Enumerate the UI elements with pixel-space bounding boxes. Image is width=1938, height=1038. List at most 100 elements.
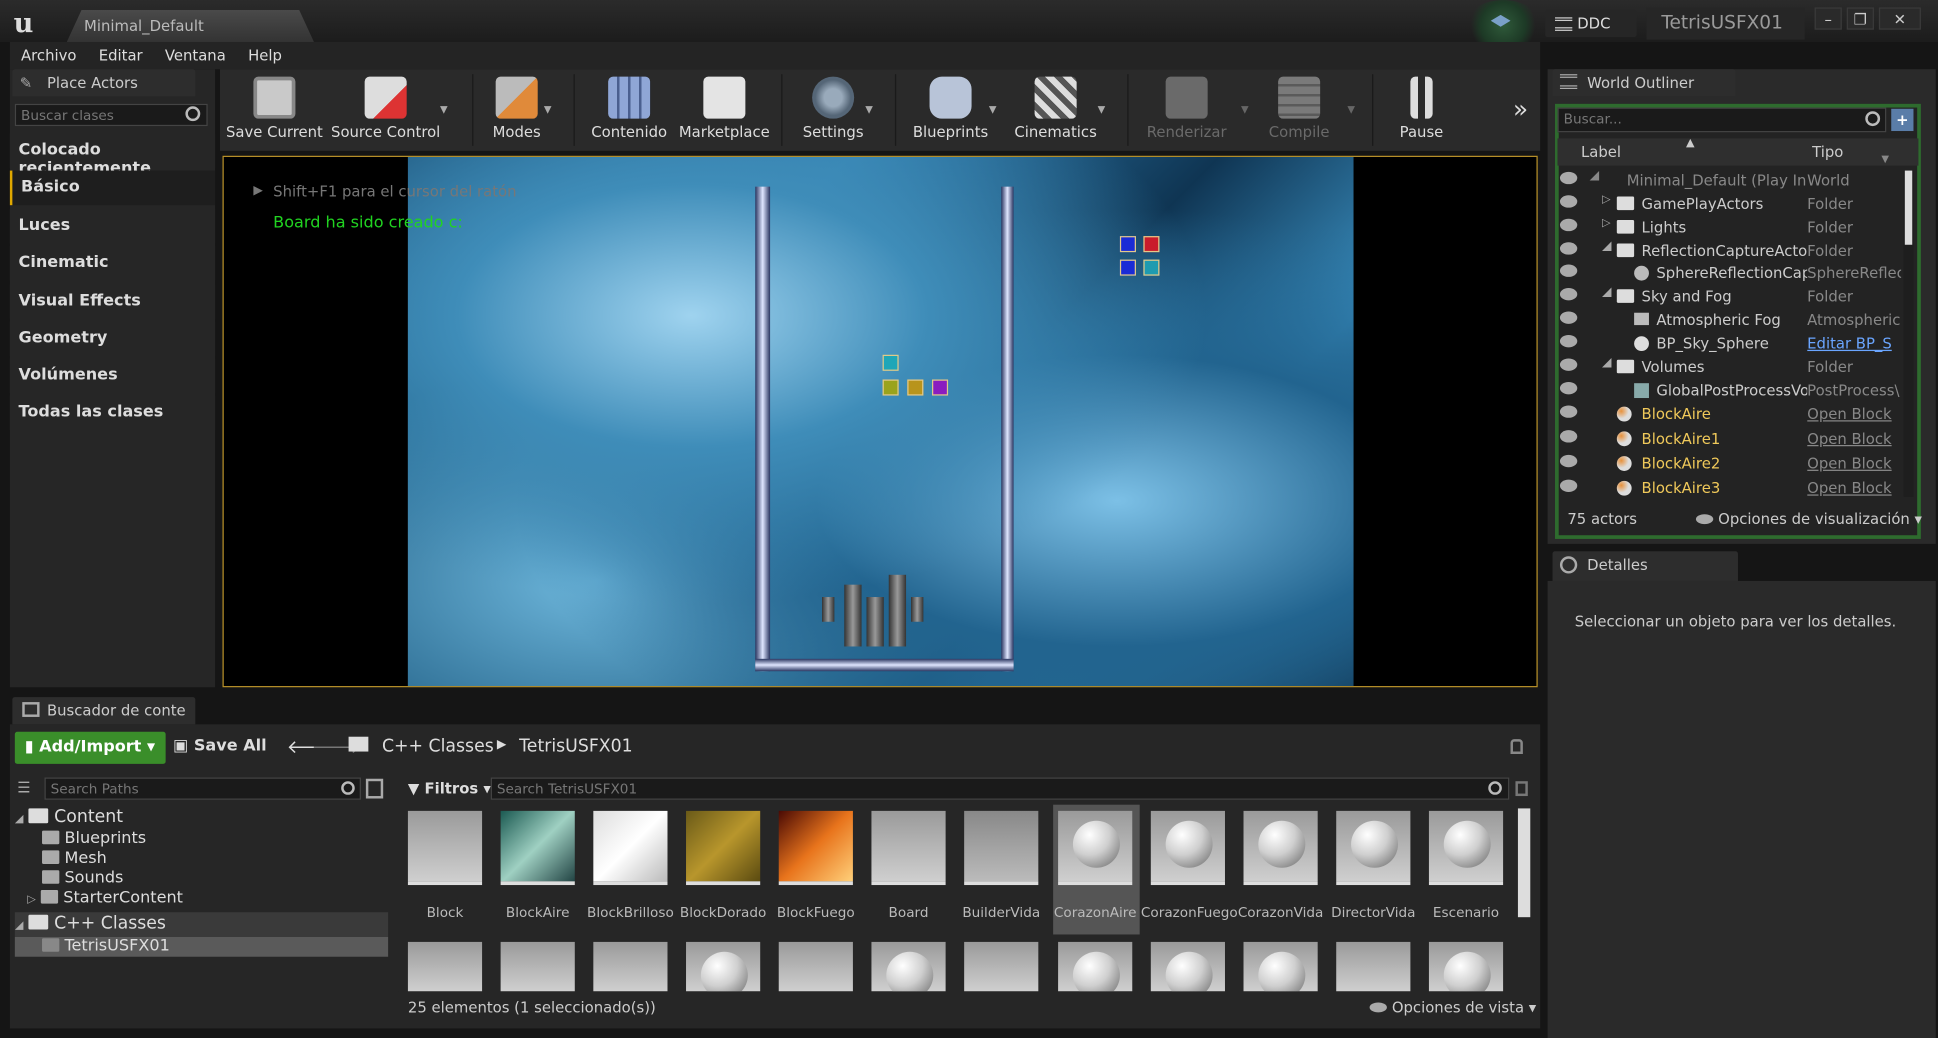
expand-arrow-icon[interactable]: ▷ [1602,194,1611,206]
maximize-button[interactable]: ❐ [1846,7,1874,30]
outliner-row[interactable]: BP_Sky_Sphere Editar BP_S [1557,331,1901,354]
asset-thumb-escenario[interactable] [1428,810,1504,886]
asset-thumb[interactable] [593,941,668,992]
build-dropdown-icon[interactable]: ▼ [1241,104,1249,115]
add-import-button[interactable]: ▮ Add/Import ▾ [14,731,166,764]
tree-content[interactable]: ◢ Content [15,807,123,827]
outliner-row[interactable]: BlockAire3 Open Block [1557,476,1901,499]
asset-thumb-blockaire[interactable] [500,810,575,886]
world-outliner-tab[interactable]: World Outliner [1552,69,1736,97]
open-block-link[interactable]: Open Block [1807,430,1901,447]
category-cinematic[interactable]: Cinematic [9,245,216,281]
visibility-eye-icon[interactable] [1559,218,1578,232]
collapse-arrow-icon[interactable]: ◢ [1590,169,1600,183]
tree-sounds[interactable]: Sounds [42,869,123,888]
expand-toolbar-icon[interactable]: » [1513,94,1528,124]
open-block-link[interactable]: Open Block [1807,405,1901,422]
compile-dropdown-icon[interactable]: ▼ [1347,104,1355,115]
visibility-eye-icon[interactable] [1559,311,1578,324]
visibility-eye-icon[interactable] [1559,288,1578,301]
blueprints-dropdown-icon[interactable]: ▼ [989,104,997,115]
tree-starter-content[interactable]: ▷ StarterContent [27,889,183,908]
breadcrumb-tetrisusfx01[interactable]: TetrisUSFX01 [519,737,632,757]
visibility-eye-icon[interactable] [1559,195,1578,208]
asset-thumb[interactable] [1150,941,1225,999]
collapse-arrow-icon[interactable]: ◢ [1602,356,1612,370]
outliner-row[interactable]: SphereReflectionCapt SphereReflec [1557,261,1901,284]
asset-thumb[interactable] [778,941,853,992]
source-control-button[interactable]: Source Control [329,69,443,151]
details-tab[interactable]: Detalles [1552,551,1738,581]
outliner-row[interactable]: BlockAire1 Open Block [1557,426,1901,449]
asset-thumb-directorvida[interactable] [1336,810,1411,886]
blueprints-button[interactable]: Blueprints [907,69,994,151]
column-label-header[interactable]: Label [1581,143,1621,160]
menu-archivo[interactable]: Archivo [10,42,88,64]
cinematics-dropdown-icon[interactable]: ▼ [1098,104,1106,115]
asset-thumb[interactable] [500,941,575,992]
asset-thumb-corazonvida[interactable] [1243,810,1318,886]
game-viewport[interactable]: ▶ Shift+F1 para el cursor del ratón Boar… [222,155,1538,688]
close-button[interactable]: ✕ [1878,7,1921,30]
tree-mesh[interactable]: Mesh [42,849,107,868]
outliner-scrollbar[interactable] [1903,170,1914,497]
asset-thumb-blockfuego[interactable] [778,810,853,886]
breadcrumb-cpp-classes[interactable]: C++ Classes [382,737,494,757]
outliner-view-options[interactable]: Opciones de visualización ▾ [1695,511,1922,528]
level-tab[interactable]: Minimal_Default [66,9,314,43]
asset-scrollbar[interactable] [1517,808,1531,918]
save-search-icon[interactable] [1515,781,1528,797]
menu-editar[interactable]: Editar [88,42,154,64]
category-geometry[interactable]: Geometry [9,321,216,356]
asset-thumb-corazonfuego[interactable] [1150,810,1225,886]
place-actors-tab[interactable]: Place Actors [12,69,196,97]
asset-thumb[interactable] [407,941,483,992]
modes-button[interactable]: Modes [485,69,549,151]
outliner-row[interactable]: ◢ Sky and Fog Folder [1557,284,1901,307]
source-control-dropdown-icon[interactable]: ▼ [440,104,448,115]
visibility-eye-icon[interactable] [1559,171,1578,185]
visibility-eye-icon[interactable] [1559,334,1578,348]
outliner-search-input[interactable]: Buscar... [1557,107,1887,133]
menu-ventana[interactable]: Ventana [154,42,237,64]
compile-button[interactable]: Compile [1256,69,1343,151]
category-lights[interactable]: Luces [9,208,216,244]
asset-thumb[interactable] [871,941,946,999]
asset-thumb[interactable] [1336,941,1411,992]
asset-thumb[interactable] [964,941,1039,992]
asset-thumb-board[interactable] [871,810,946,886]
ddc-button[interactable]: DDC [1545,9,1637,38]
content-button[interactable]: Contenido [586,69,673,151]
category-all-classes[interactable]: Todas las clases [9,395,216,431]
outliner-row[interactable]: GlobalPostProcessVo PostProcess\ [1557,378,1901,401]
outliner-row[interactable]: BlockAire2 Open Block [1557,451,1901,474]
visibility-eye-icon[interactable] [1559,358,1578,371]
scroll-thumb[interactable] [1904,170,1913,245]
open-block-link[interactable]: Open Block [1807,480,1901,497]
asset-thumb[interactable] [1058,941,1133,999]
pause-button[interactable]: Pause [1384,69,1458,151]
cinematics-button[interactable]: Cinematics [1011,69,1100,151]
build-button[interactable]: Renderizar [1140,69,1234,151]
class-search-input[interactable]: Buscar clases [14,103,208,127]
tree-blueprints[interactable]: Blueprints [42,829,146,848]
outliner-row[interactable]: ◢ Minimal_Default (Play In E World [1557,168,1901,191]
asset-search-input[interactable]: Search TetrisUSFX01 [490,777,1510,800]
outliner-row[interactable]: ▷ GamePlayActors Folder [1557,192,1901,215]
asset-view-options[interactable]: Opciones de vista ▾ [1369,999,1536,1016]
visibility-eye-icon[interactable] [1559,264,1578,277]
asset-thumb[interactable] [1428,941,1504,999]
open-block-link[interactable]: Open Block [1807,455,1901,472]
asset-thumb-corazonaire[interactable] [1058,810,1133,886]
outliner-row[interactable]: ◢ ReflectionCaptureActors Folder [1557,239,1901,262]
asset-thumb-block[interactable] [407,810,483,886]
collapse-arrow-icon[interactable]: ◢ [1602,286,1612,300]
visibility-eye-icon[interactable] [1559,430,1578,443]
tree-cpp-classes[interactable]: ◢ C++ Classes [15,913,166,933]
add-actor-icon[interactable]: + [1891,108,1914,132]
tree-tetrisusfx01[interactable]: TetrisUSFX01 [42,937,170,956]
settings-dropdown-icon[interactable]: ▼ [865,104,873,115]
category-recent[interactable]: Colocado recientemente [9,133,216,178]
save-all-button[interactable]: ▣ Save All [173,737,267,756]
visibility-eye-icon[interactable] [1559,242,1578,255]
